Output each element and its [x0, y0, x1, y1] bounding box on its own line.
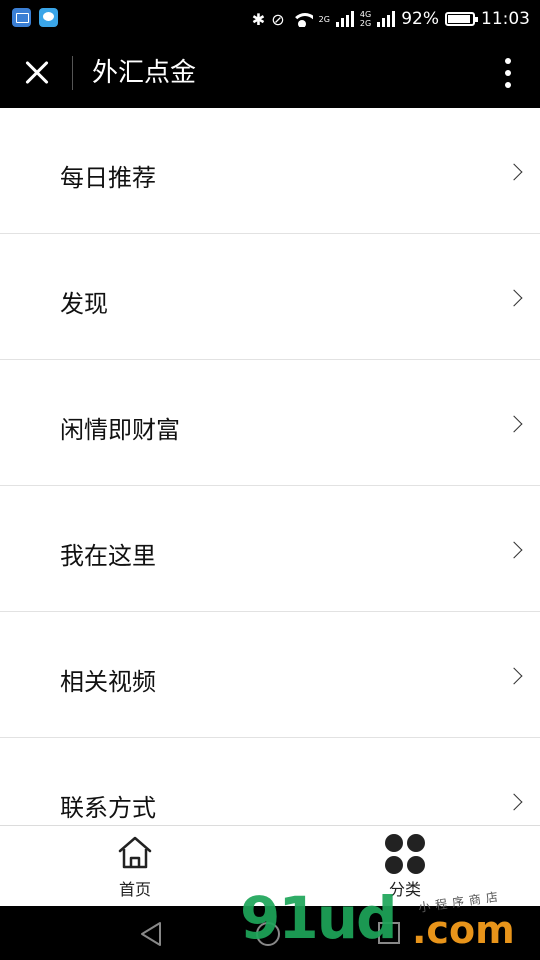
- status-bar: ✱ ⊘ 2G 4G 2G 92% 11:03: [0, 0, 540, 38]
- network-type: 2G: [359, 19, 372, 28]
- menu-item-videos[interactable]: 相关视频: [0, 612, 540, 738]
- battery-fill: [448, 15, 470, 23]
- notification-icons: [12, 8, 58, 27]
- menu-item-label: 闲情即财富: [60, 416, 180, 444]
- chevron-right-icon: [505, 541, 523, 559]
- menu-item-leisure[interactable]: 闲情即财富: [0, 360, 540, 486]
- chevron-right-icon: [505, 163, 523, 181]
- menu-item-label: 联系方式: [60, 794, 156, 822]
- network-tag-1: 2G: [319, 15, 330, 24]
- network-type: 2G: [318, 14, 330, 24]
- page-title: 外汇点金: [92, 58, 197, 88]
- close-icon[interactable]: [16, 52, 58, 94]
- menu-item-daily-recommend[interactable]: 每日推荐: [0, 108, 540, 234]
- battery-icon: [445, 12, 478, 26]
- chevron-right-icon: [505, 415, 523, 433]
- message-icon: [39, 8, 58, 27]
- chevron-right-icon: [505, 289, 523, 307]
- system-status: ✱ ⊘ 2G 4G 2G 92% 11:03: [252, 0, 530, 38]
- mute-icon: ⊘: [271, 9, 285, 29]
- app-header: 外汇点金: [0, 38, 540, 108]
- battery-percent: 92%: [401, 9, 439, 29]
- menu-item-here[interactable]: 我在这里: [0, 486, 540, 612]
- menu-item-label: 每日推荐: [60, 164, 156, 192]
- menu-item-label: 发现: [60, 290, 108, 318]
- header-divider: [72, 56, 73, 90]
- tab-home-label: 首页: [118, 880, 151, 899]
- clock: 11:03: [481, 9, 530, 29]
- network-type: 4G: [359, 10, 372, 19]
- menu-item-label: 相关视频: [60, 668, 156, 696]
- menu-item-label: 我在这里: [60, 542, 156, 570]
- gallery-icon: [12, 8, 31, 27]
- chevron-right-icon: [505, 793, 523, 811]
- more-icon[interactable]: [498, 54, 518, 92]
- chevron-right-icon: [505, 667, 523, 685]
- network-tag-2: 4G 2G: [360, 10, 371, 28]
- back-triangle-icon[interactable]: [138, 921, 164, 947]
- watermark-domain: .com: [412, 908, 515, 952]
- menu-list: 每日推荐 发现 闲情即财富 我在这里 相关视频 联系方式: [0, 108, 540, 825]
- wifi-icon: [290, 11, 313, 27]
- menu-item-contact[interactable]: 联系方式: [0, 738, 540, 825]
- menu-item-discover[interactable]: 发现: [0, 234, 540, 360]
- category-grid-icon: [385, 834, 425, 874]
- bluetooth-icon: ✱: [251, 9, 266, 29]
- tab-home[interactable]: 首页: [75, 826, 195, 906]
- watermark-brand: 91ud: [240, 884, 398, 952]
- signal-icon-2: [377, 11, 396, 27]
- signal-icon: [335, 11, 354, 27]
- home-icon: [118, 836, 152, 869]
